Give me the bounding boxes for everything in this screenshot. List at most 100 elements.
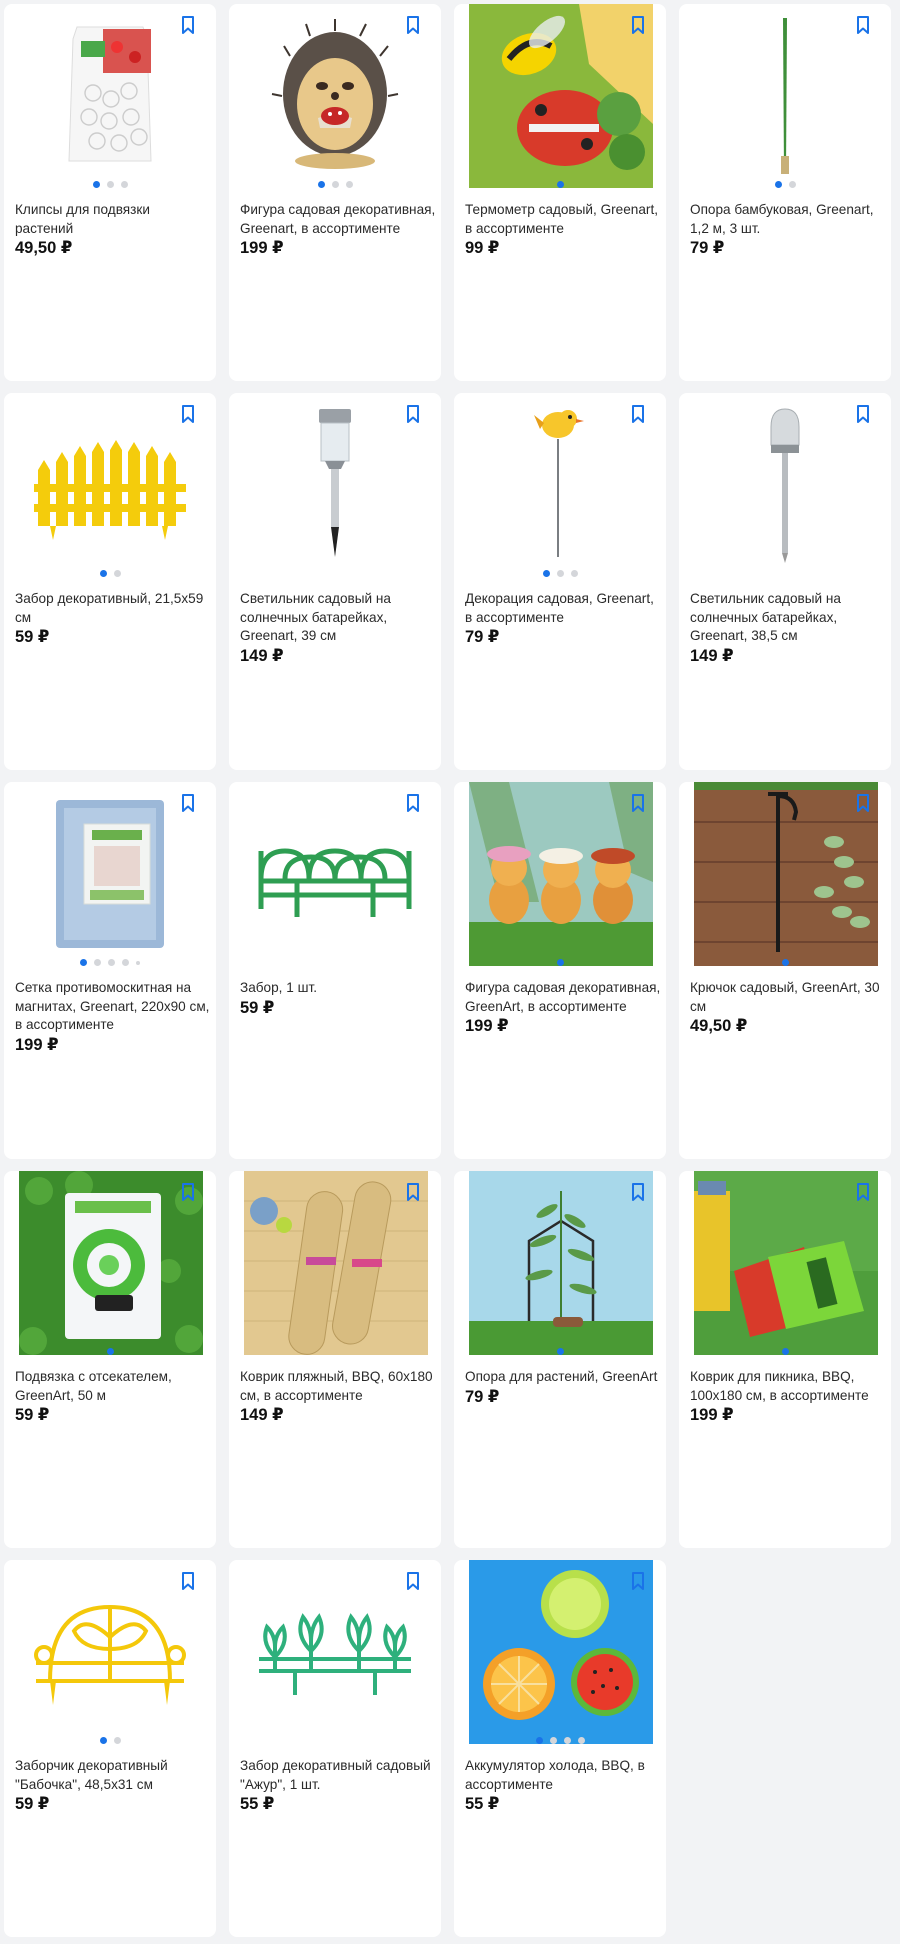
pagination-dot[interactable] xyxy=(108,959,115,966)
pagination-dot[interactable] xyxy=(563,1737,571,1744)
product-image[interactable] xyxy=(469,1171,653,1355)
product-card[interactable]: Коврик для пикника, BBQ, 100х180 см, в а… xyxy=(679,1171,891,1548)
bookmark-icon[interactable] xyxy=(180,1572,196,1590)
product-info: Опора бамбуковая, Greenart, 1,2 м, 3 шт.… xyxy=(690,201,886,258)
product-card[interactable]: Фигура садовая декоративная, GreenArt, в… xyxy=(454,782,666,1159)
bookmark-icon[interactable] xyxy=(180,794,196,812)
product-card[interactable]: Фигура садовая декоративная, Greenart, в… xyxy=(229,4,441,381)
bookmark-icon[interactable] xyxy=(405,1183,421,1201)
product-card[interactable]: Аккумулятор холода, BBQ, в ассортименте … xyxy=(454,1560,666,1937)
bookmark-icon[interactable] xyxy=(180,405,196,423)
product-card[interactable]: Коврик пляжный, BBQ, 60х180 см, в ассорт… xyxy=(229,1171,441,1548)
bookmark-icon[interactable] xyxy=(405,16,421,34)
pagination-dot[interactable] xyxy=(577,1737,585,1744)
product-title[interactable]: Аккумулятор холода, BBQ, в ассортименте xyxy=(465,1757,661,1794)
pagination-dot[interactable] xyxy=(556,1348,564,1355)
bookmark-icon[interactable] xyxy=(855,405,871,423)
pagination-dot[interactable] xyxy=(556,570,564,577)
product-title[interactable]: Опора бамбуковая, Greenart, 1,2 м, 3 шт. xyxy=(690,201,886,238)
product-card[interactable]: Забор декоративный, 21,5х59 см 59 ₽ xyxy=(4,393,216,770)
product-title[interactable]: Фигура садовая декоративная, Greenart, в… xyxy=(240,201,436,238)
pagination-dot[interactable] xyxy=(535,1737,543,1744)
pagination-dot[interactable] xyxy=(99,1737,107,1744)
product-image[interactable] xyxy=(19,1171,203,1355)
product-card[interactable]: Светильник садовый на солнечных батарейк… xyxy=(229,393,441,770)
image-pagination xyxy=(454,570,666,577)
product-card[interactable]: Опора для растений, GreenArt 79 ₽ xyxy=(454,1171,666,1548)
product-title[interactable]: Заборчик декоративный "Бабочка", 48,5х31… xyxy=(15,1757,211,1794)
pagination-dot[interactable] xyxy=(136,960,140,965)
product-title[interactable]: Забор декоративный садовый "Ажур", 1 шт. xyxy=(240,1757,436,1794)
product-info: Светильник садовый на солнечных батарейк… xyxy=(690,590,886,666)
pagination-dot[interactable] xyxy=(106,1348,114,1355)
product-card[interactable]: Термометр садовый, Greenart, в ассортиме… xyxy=(454,4,666,381)
bookmark-icon[interactable] xyxy=(405,1572,421,1590)
bookmark-icon[interactable] xyxy=(630,405,646,423)
product-title[interactable]: Крючок садовый, GreenArt, 30 см xyxy=(690,979,886,1016)
pagination-dot[interactable] xyxy=(92,181,100,188)
pagination-dot[interactable] xyxy=(113,570,121,577)
pagination-dot[interactable] xyxy=(120,181,128,188)
product-card[interactable]: Забор декоративный садовый "Ажур", 1 шт.… xyxy=(229,1560,441,1937)
product-image[interactable] xyxy=(694,1171,878,1355)
bookmark-icon[interactable] xyxy=(630,1572,646,1590)
product-price: 149 ₽ xyxy=(240,646,284,665)
product-title[interactable]: Коврик для пикника, BBQ, 100х180 см, в а… xyxy=(690,1368,886,1405)
product-title[interactable]: Забор декоративный, 21,5х59 см xyxy=(15,590,211,627)
bookmark-icon[interactable] xyxy=(405,405,421,423)
product-image[interactable] xyxy=(469,782,653,966)
product-info: Коврик для пикника, BBQ, 100х180 см, в а… xyxy=(690,1368,886,1425)
product-card[interactable]: Светильник садовый на солнечных батарейк… xyxy=(679,393,891,770)
bookmark-icon[interactable] xyxy=(855,1183,871,1201)
product-card[interactable]: Опора бамбуковая, Greenart, 1,2 м, 3 шт.… xyxy=(679,4,891,381)
bookmark-icon[interactable] xyxy=(180,1183,196,1201)
product-image[interactable] xyxy=(694,782,878,966)
pagination-dot[interactable] xyxy=(781,1348,789,1355)
pagination-dot[interactable] xyxy=(113,1737,121,1744)
product-card[interactable]: Клипсы для подвязки растений 49,50 ₽ xyxy=(4,4,216,381)
product-card[interactable]: Крючок садовый, GreenArt, 30 см 49,50 ₽ xyxy=(679,782,891,1159)
pagination-dot[interactable] xyxy=(99,570,107,577)
pagination-dot[interactable] xyxy=(788,181,796,188)
product-title[interactable]: Коврик пляжный, BBQ, 60х180 см, в ассорт… xyxy=(240,1368,436,1405)
pagination-dot[interactable] xyxy=(781,959,789,966)
pagination-dot[interactable] xyxy=(80,959,87,966)
pagination-dot[interactable] xyxy=(122,959,129,966)
product-title[interactable]: Опора для растений, GreenArt xyxy=(465,1368,661,1387)
product-title[interactable]: Термометр садовый, Greenart, в ассортиме… xyxy=(465,201,661,238)
pagination-dot[interactable] xyxy=(556,959,564,966)
product-title[interactable]: Светильник садовый на солнечных батарейк… xyxy=(690,590,886,646)
bookmark-icon[interactable] xyxy=(855,794,871,812)
pagination-dot[interactable] xyxy=(345,181,353,188)
pagination-dot[interactable] xyxy=(106,181,114,188)
bookmark-icon[interactable] xyxy=(630,16,646,34)
product-title[interactable]: Декорация садовая, Greenart, в ассортиме… xyxy=(465,590,661,627)
pagination-dot[interactable] xyxy=(549,1737,557,1744)
bookmark-icon[interactable] xyxy=(630,1183,646,1201)
pagination-dot[interactable] xyxy=(94,959,101,966)
bookmark-icon[interactable] xyxy=(405,794,421,812)
product-card[interactable]: Забор, 1 шт. 59 ₽ xyxy=(229,782,441,1159)
bookmark-icon[interactable] xyxy=(630,794,646,812)
pagination-dot[interactable] xyxy=(570,570,578,577)
pagination-dot[interactable] xyxy=(774,181,782,188)
product-title[interactable]: Сетка противомоскитная на магнитах, Gree… xyxy=(15,979,211,1035)
bookmark-icon[interactable] xyxy=(855,16,871,34)
product-title[interactable]: Подвязка с отсекателем, GreenArt, 50 м xyxy=(15,1368,211,1405)
pagination-dot[interactable] xyxy=(556,181,564,188)
bookmark-icon[interactable] xyxy=(180,16,196,34)
product-title[interactable]: Фигура садовая декоративная, GreenArt, в… xyxy=(465,979,661,1016)
product-card[interactable]: Декорация садовая, Greenart, в ассортиме… xyxy=(454,393,666,770)
product-card[interactable]: Сетка противомоскитная на магнитах, Gree… xyxy=(4,782,216,1159)
product-card[interactable]: Подвязка с отсекателем, GreenArt, 50 м 5… xyxy=(4,1171,216,1548)
product-image[interactable] xyxy=(244,1171,428,1355)
product-card[interactable]: Заборчик декоративный "Бабочка", 48,5х31… xyxy=(4,1560,216,1937)
product-title[interactable]: Забор, 1 шт. xyxy=(240,979,436,998)
pagination-dot[interactable] xyxy=(317,181,325,188)
pagination-dot[interactable] xyxy=(542,570,550,577)
product-title[interactable]: Клипсы для подвязки растений xyxy=(15,201,211,238)
product-image[interactable] xyxy=(469,4,653,188)
product-title[interactable]: Светильник садовый на солнечных батарейк… xyxy=(240,590,436,646)
product-image[interactable] xyxy=(469,1560,653,1744)
pagination-dot[interactable] xyxy=(331,181,339,188)
